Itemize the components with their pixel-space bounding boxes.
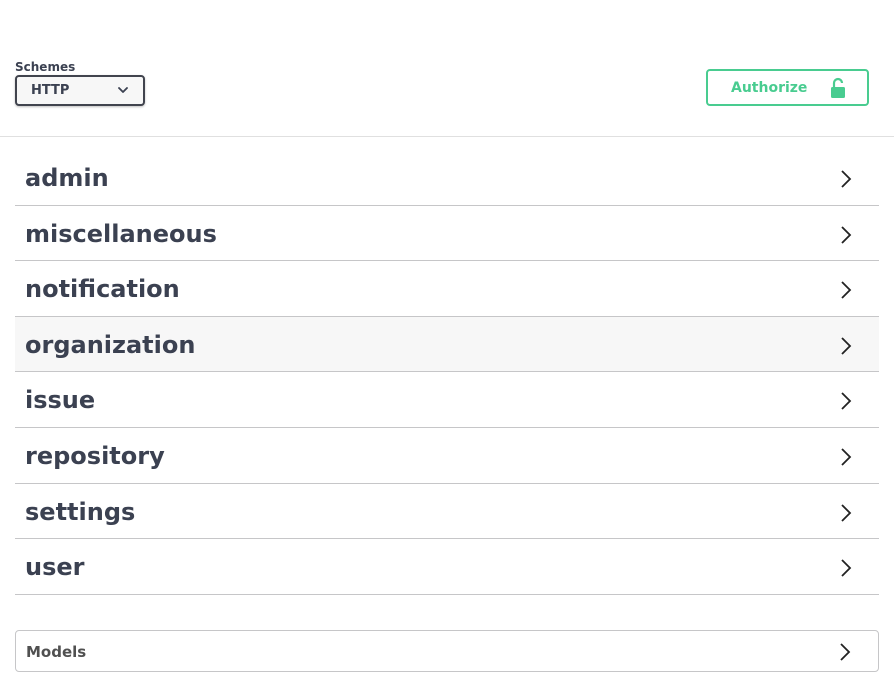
tag-list: admin miscellaneous notification organiz…: [15, 150, 879, 595]
tag-name: user: [25, 553, 85, 582]
tag-name: miscellaneous: [25, 219, 217, 248]
models-section[interactable]: Models: [15, 630, 879, 672]
tag-row-admin[interactable]: admin: [15, 150, 879, 206]
chevron-right-icon: [841, 170, 852, 188]
scheme-select[interactable]: HTTP: [15, 75, 145, 106]
chevron-right-icon: [841, 559, 852, 577]
scheme-bar: Schemes HTTP Authorize: [0, 0, 894, 137]
chevron-right-icon: [841, 281, 852, 299]
authorize-label: Authorize: [731, 80, 808, 96]
tag-name: repository: [25, 441, 165, 470]
schemes-label: Schemes: [15, 60, 76, 74]
chevron-down-icon: [118, 87, 128, 93]
chevron-right-icon: [840, 643, 851, 661]
tag-row-repository[interactable]: repository: [15, 428, 879, 484]
chevron-right-icon: [841, 337, 852, 355]
tag-row-issue[interactable]: issue: [15, 372, 879, 428]
models-label: Models: [26, 643, 87, 661]
tag-row-miscellaneous[interactable]: miscellaneous: [15, 206, 879, 262]
chevron-right-icon: [841, 448, 852, 466]
tag-name: notification: [25, 275, 180, 304]
chevron-right-icon: [841, 225, 852, 244]
tag-row-notification[interactable]: notification: [15, 261, 879, 317]
tag-name: admin: [25, 164, 109, 192]
chevron-right-icon: [841, 503, 852, 522]
tag-row-user[interactable]: user: [15, 539, 879, 595]
chevron-right-icon: [841, 392, 852, 411]
scheme-selected-value: HTTP: [31, 83, 70, 98]
tag-row-settings[interactable]: settings: [15, 484, 879, 540]
unlocked-icon: [831, 77, 845, 98]
tag-name: settings: [25, 497, 136, 526]
authorize-button[interactable]: Authorize: [706, 69, 869, 106]
tag-row-organization[interactable]: organization: [15, 316, 879, 373]
tag-name: issue: [25, 386, 96, 415]
tag-name: organization: [25, 330, 196, 359]
